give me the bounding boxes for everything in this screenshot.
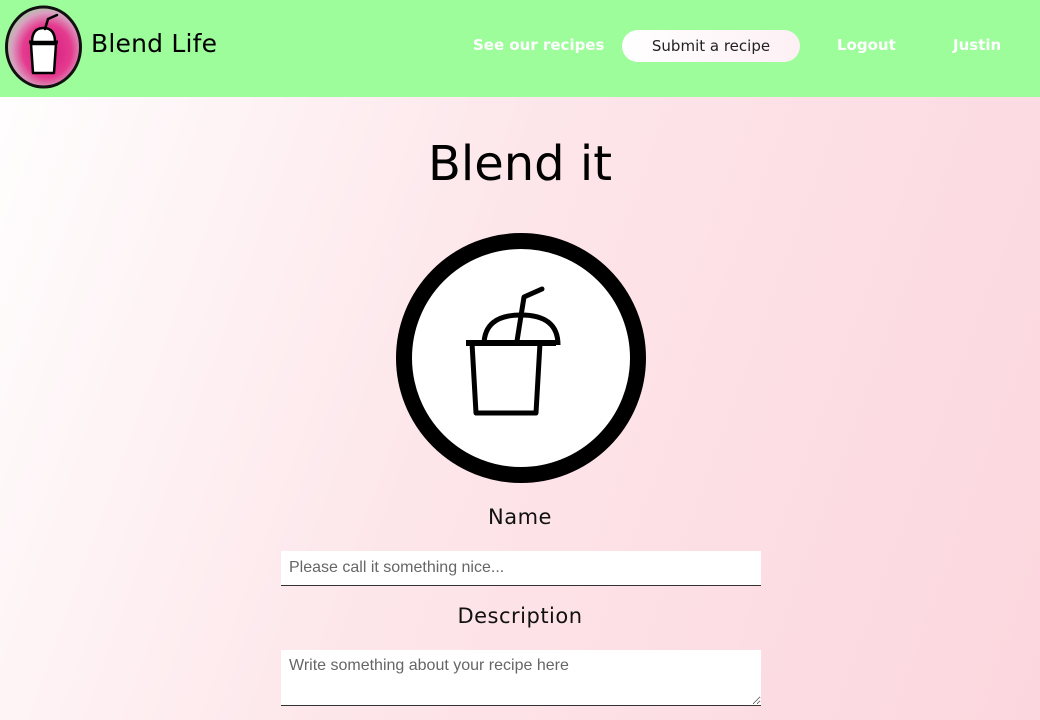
nav-user-profile[interactable]: Justin [953, 35, 1001, 55]
nav-submit-recipe-button[interactable]: Submit a recipe [622, 30, 800, 62]
navbar: Blend Life See our recipes Submit a reci… [0, 0, 1040, 97]
recipe-name-input[interactable] [281, 551, 761, 586]
smoothie-cup-icon [5, 5, 82, 89]
logo[interactable] [4, 5, 83, 89]
nav-logout[interactable]: Logout [837, 35, 896, 55]
recipe-description-textarea[interactable] [281, 650, 761, 706]
page-title: Blend it [427, 136, 613, 192]
nav-see-recipes[interactable]: See our recipes [473, 35, 604, 55]
name-label: Name [488, 505, 552, 529]
brand-name[interactable]: Blend Life [91, 28, 217, 60]
recipe-image-upload[interactable] [396, 233, 646, 483]
smoothie-cup-icon [466, 286, 561, 416]
description-label: Description [457, 604, 583, 628]
